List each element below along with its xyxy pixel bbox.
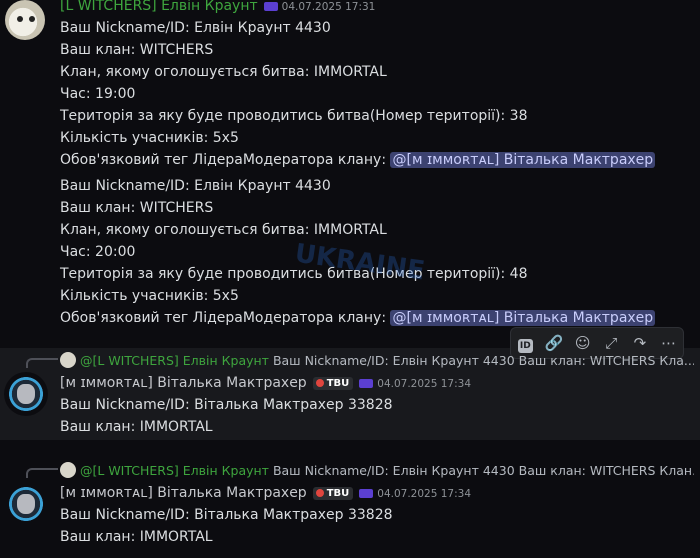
user-mention[interactable]: @[ᴍ ɪᴍᴍᴏʀᴛᴀʟ] Віталька Мактрахер xyxy=(390,152,656,168)
author-name[interactable]: [ᴍ ɪᴍᴍᴏʀᴛᴀʟ] Віталька Мактрахер xyxy=(60,485,307,501)
reply-connector xyxy=(26,468,58,478)
watermark-text-top: UKRAINE GTA xyxy=(293,239,425,296)
message-line: Ваш клан: WITCHERS xyxy=(60,42,214,58)
message-line: Обов'язковий тег ЛідераМодератора клану:… xyxy=(60,310,656,326)
message-line: Територія за яку буде проводитись битва(… xyxy=(60,108,528,124)
reply-preview[interactable]: @[L WITCHERS] Елвін Краунт Ваш Nickname/… xyxy=(60,352,694,368)
message-line: Ваш клан: IMMORTAL xyxy=(60,529,213,545)
more-icon[interactable]: ⋯ xyxy=(659,333,679,353)
message-line: Кількість учасників: 5x5 xyxy=(60,288,239,304)
forward-icon[interactable]: ↷ xyxy=(630,333,650,353)
reply-avatar xyxy=(60,352,76,368)
message-header: [L WITCHERS] Елвін Краунт 04.07.2025 17:3… xyxy=(60,0,375,14)
clan-tag-badge[interactable]: TBU xyxy=(312,486,354,500)
message-line: Клан, якому оголошується битва: IMMORTAL xyxy=(60,222,387,238)
message-line: Час: 20:00 xyxy=(60,244,136,260)
reply-avatar xyxy=(60,462,76,478)
watermark-logo: UKRAINE GTA xyxy=(293,239,425,296)
tag-label: Обов'язковий тег ЛідераМодератора клану: xyxy=(60,310,391,326)
message-line: Ваш Nickname/ID: Віталька Мактрахер 3382… xyxy=(60,507,393,523)
message-line: Ваш Nickname/ID: Елвін Краунт 4430 xyxy=(60,178,331,194)
reply-preview[interactable]: @[L WITCHERS] Елвін Краунт Ваш Nickname/… xyxy=(60,462,694,478)
message-header: [ᴍ ɪᴍᴍᴏʀᴛᴀʟ] Віталька Мактрахер TBU 04.07.… xyxy=(60,375,471,391)
user-mention[interactable]: @[ᴍ ɪᴍᴍᴏʀᴛᴀʟ] Віталька Мактрахер xyxy=(390,310,656,326)
reply-text: Ваш Nickname/ID: Елвін Краунт 4430 Ваш к… xyxy=(272,353,694,368)
tag-icon xyxy=(315,488,324,497)
link-icon[interactable]: 🔗 xyxy=(544,333,564,353)
id-icon[interactable]: ID xyxy=(515,333,535,353)
clan-tag-badge[interactable]: TBU xyxy=(312,376,354,390)
add-reaction-icon[interactable]: ☺ xyxy=(573,333,593,353)
role-icon xyxy=(359,488,374,498)
avatar[interactable] xyxy=(4,372,48,416)
message-line: Ваш клан: WITCHERS xyxy=(60,200,214,216)
avatar[interactable] xyxy=(4,482,48,526)
avatar[interactable] xyxy=(5,0,45,40)
reply-text: Ваш Nickname/ID: Елвін Краунт 4430 Ваш к… xyxy=(272,463,694,478)
message-line: Ваш клан: IMMORTAL xyxy=(60,419,213,435)
message-line: Ваш Nickname/ID: Віталька Мактрахер 3382… xyxy=(60,397,393,413)
timestamp: 04.07.2025 17:34 xyxy=(377,488,471,500)
role-icon xyxy=(263,1,278,11)
message-line: Час: 19:00 xyxy=(60,86,136,102)
tag-label: Обов'язковий тег ЛідераМодератора клану: xyxy=(60,152,391,168)
author-name[interactable]: [L WITCHERS] Елвін Краунт xyxy=(60,0,258,14)
timestamp: 04.07.2025 17:34 xyxy=(377,378,471,390)
reply-author[interactable]: @[L WITCHERS] Елвін Краунт xyxy=(80,353,269,368)
role-icon xyxy=(359,378,374,388)
author-name[interactable]: [ᴍ ɪᴍᴍᴏʀᴛᴀʟ] Віталька Мактрахер xyxy=(60,375,307,391)
tag-icon xyxy=(315,378,324,387)
message-line: Клан, якому оголошується битва: IMMORTAL xyxy=(60,64,387,80)
thread-icon[interactable]: ⤢ xyxy=(601,333,621,353)
reply-connector xyxy=(26,358,58,368)
message-line: Обов'язковий тег ЛідераМодератора клану:… xyxy=(60,152,656,168)
message-line: Ваш Nickname/ID: Елвін Краунт 4430 xyxy=(60,20,331,36)
message-header: [ᴍ ɪᴍᴍᴏʀᴛᴀʟ] Віталька Мактрахер TBU 04.07.… xyxy=(60,485,471,501)
timestamp: 04.07.2025 17:31 xyxy=(281,1,376,13)
reply-author[interactable]: @[L WITCHERS] Елвін Краунт xyxy=(80,463,269,478)
message-line: Кількість учасників: 5x5 xyxy=(60,130,239,146)
